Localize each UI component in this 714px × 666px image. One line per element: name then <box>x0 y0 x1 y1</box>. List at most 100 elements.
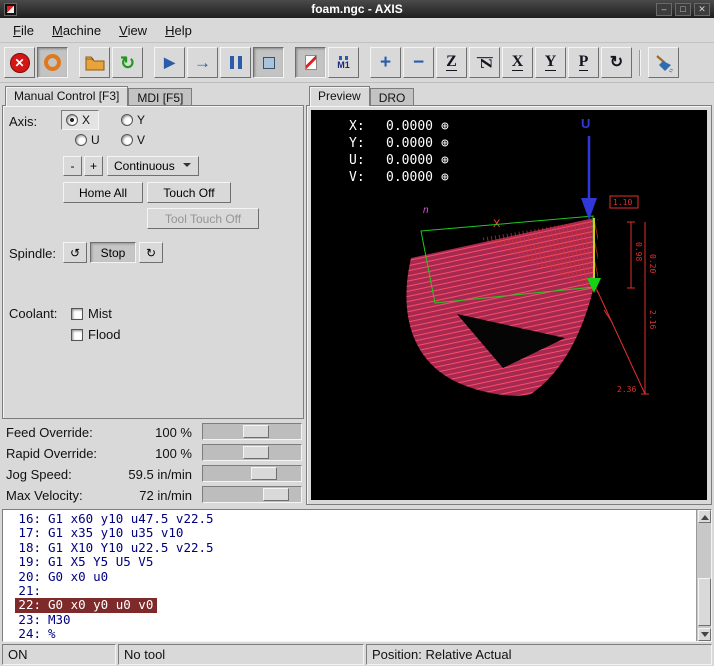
dro-axis-label: U: <box>349 153 371 168</box>
gcode-line-number: 21: <box>15 584 41 598</box>
pause-button[interactable] <box>220 47 251 78</box>
reload-icon: ↻ <box>120 54 135 72</box>
clear-plot-button[interactable] <box>648 47 679 78</box>
open-file-button[interactable] <box>79 47 110 78</box>
scrollbar-thumb[interactable] <box>698 578 711 626</box>
x-axis-label: X <box>493 218 501 230</box>
rotate-view-icon: ↻ <box>610 55 623 71</box>
jog-speed-slider[interactable] <box>202 465 302 482</box>
flood-checkbox[interactable]: Flood <box>71 327 121 342</box>
gcode-line-active[interactable]: 22:G0 x0 y0 u0 v0 <box>3 598 695 612</box>
spindle-ccw-button[interactable]: ↺ <box>63 242 87 263</box>
menu-view[interactable]: View <box>110 20 156 41</box>
menu-file[interactable]: File <box>4 20 43 41</box>
jog-plus-button[interactable]: + <box>84 156 103 176</box>
menu-machine[interactable]: Machine <box>43 20 110 41</box>
checkbox-indicator <box>71 308 83 320</box>
gcode-line[interactable]: 16:G1 x60 y10 u47.5 v22.5 <box>3 512 695 526</box>
gcode-line-text: M30 <box>48 612 71 627</box>
gcode-line[interactable]: 18:G1 X10 Y10 u22.5 v22.5 <box>3 541 695 555</box>
dro-axis-value: 0.0000 <box>371 170 433 185</box>
estop-button[interactable]: ✕ <box>4 47 35 78</box>
feed-override-slider[interactable] <box>202 423 302 440</box>
spindle-stop-button[interactable]: Stop <box>90 242 136 263</box>
menu-machine-label: achine <box>63 23 101 38</box>
rotate-view-button[interactable]: ↻ <box>601 47 632 78</box>
rapid-override-slider[interactable] <box>202 444 302 461</box>
scroll-up-icon[interactable] <box>698 510 711 523</box>
scroll-down-icon[interactable] <box>698 628 711 641</box>
optional-pause-button[interactable]: M1 <box>328 47 359 78</box>
view-perspective-icon: P <box>579 54 589 71</box>
tab-manual-control[interactable]: Manual Control [F3] <box>5 86 128 106</box>
axis-radio-x[interactable]: X <box>61 110 99 130</box>
dro-axis-value: 0.0000 <box>371 153 433 168</box>
zoom-out-button[interactable]: − <box>403 47 434 78</box>
maximize-button[interactable]: □ <box>675 3 691 16</box>
right-tabs: Preview DRO <box>306 85 712 105</box>
gcode-scrollbar[interactable] <box>696 510 711 641</box>
axis-y-label: Y <box>137 113 145 127</box>
gcode-line[interactable]: 20:G0 x0 u0 <box>3 570 695 584</box>
clear-plot-icon <box>654 53 674 73</box>
gcode-line[interactable]: 24:% <box>3 627 695 641</box>
preview-canvas[interactable]: U X n <box>311 110 707 500</box>
gcode-line-text: G1 X10 Y10 u22.5 v22.5 <box>48 540 214 555</box>
main-area: Manual Control [F3] MDI [F5] Axis: X Y U… <box>0 83 714 507</box>
minimize-button[interactable]: – <box>656 3 672 16</box>
gcode-line[interactable]: 21: <box>3 584 695 598</box>
step-button[interactable]: → <box>187 47 218 78</box>
jog-minus-button[interactable]: - <box>63 156 82 176</box>
view-x-button[interactable]: X <box>502 47 533 78</box>
run-button[interactable]: ▶ <box>154 47 185 78</box>
view-y-button[interactable]: Y <box>535 47 566 78</box>
jog-increment-dropdown[interactable]: Continuous <box>107 156 199 176</box>
position-mode-status: Position: Relative Actual <box>366 644 712 665</box>
gcode-line[interactable]: 23:M30 <box>3 613 695 627</box>
jog-speed-value: 59.5 in/min <box>62 467 192 482</box>
max-velocity-slider[interactable] <box>202 486 302 503</box>
axis-radio-v[interactable]: V <box>121 133 145 147</box>
touch-off-button[interactable]: Touch Off <box>147 182 231 203</box>
gcode-lines: 16:G1 x60 y10 u47.5 v22.5 17:G1 x35 y10 … <box>3 512 695 642</box>
close-button[interactable]: ✕ <box>694 3 710 16</box>
spindle-cw-button[interactable]: ↻ <box>139 242 163 263</box>
gcode-line-number: 17: <box>15 526 41 540</box>
view-z-rotated-button[interactable]: Z <box>469 47 500 78</box>
reload-button[interactable]: ↻ <box>112 47 143 78</box>
zoom-in-icon: + <box>380 53 391 72</box>
slider-handle[interactable] <box>251 467 277 480</box>
tab-mdi[interactable]: MDI [F5] <box>128 88 192 105</box>
max-velocity-value: 72 in/min <box>62 488 192 503</box>
home-all-button[interactable]: Home All <box>63 182 143 203</box>
homed-crosshair-icon: ⊕ <box>441 170 449 185</box>
zoom-in-button[interactable]: + <box>370 47 401 78</box>
menu-help-label: elp <box>174 23 191 38</box>
axis-radio-y[interactable]: Y <box>121 113 145 127</box>
gcode-line[interactable]: 17:G1 x35 y10 u35 v10 <box>3 526 695 540</box>
dim-label: 0.98 <box>634 242 643 261</box>
menu-machine-accel: M <box>52 23 63 38</box>
view-z-icon: Z <box>446 54 457 71</box>
axis-radio-u[interactable]: U <box>75 133 100 147</box>
toolbar: ✕ ↻ ▶ → M1 + − Z Z X Y P ↻ <box>0 43 714 83</box>
gcode-line[interactable]: 19:G1 X5 Y5 U5 V5 <box>3 555 695 569</box>
spindle-label: Spindle: <box>9 246 56 261</box>
tab-preview[interactable]: Preview <box>309 86 370 106</box>
axis-x-label: X <box>82 113 90 127</box>
machine-power-button[interactable] <box>37 47 68 78</box>
slider-handle[interactable] <box>243 425 269 438</box>
skip-lines-button[interactable] <box>295 47 326 78</box>
titlebar: foam.ngc - AXIS – □ ✕ <box>0 0 714 18</box>
slider-handle[interactable] <box>263 488 289 501</box>
tab-dro[interactable]: DRO <box>370 88 415 105</box>
view-z-rotated-icon: Z <box>476 57 492 69</box>
slider-handle[interactable] <box>243 446 269 459</box>
menu-help[interactable]: Help <box>156 20 201 41</box>
view-perspective-button[interactable]: P <box>568 47 599 78</box>
n-marker-label: n <box>423 205 429 216</box>
view-x-icon: X <box>512 54 524 71</box>
view-z-button[interactable]: Z <box>436 47 467 78</box>
stop-button[interactable] <box>253 47 284 78</box>
mist-checkbox[interactable]: Mist <box>71 306 112 321</box>
